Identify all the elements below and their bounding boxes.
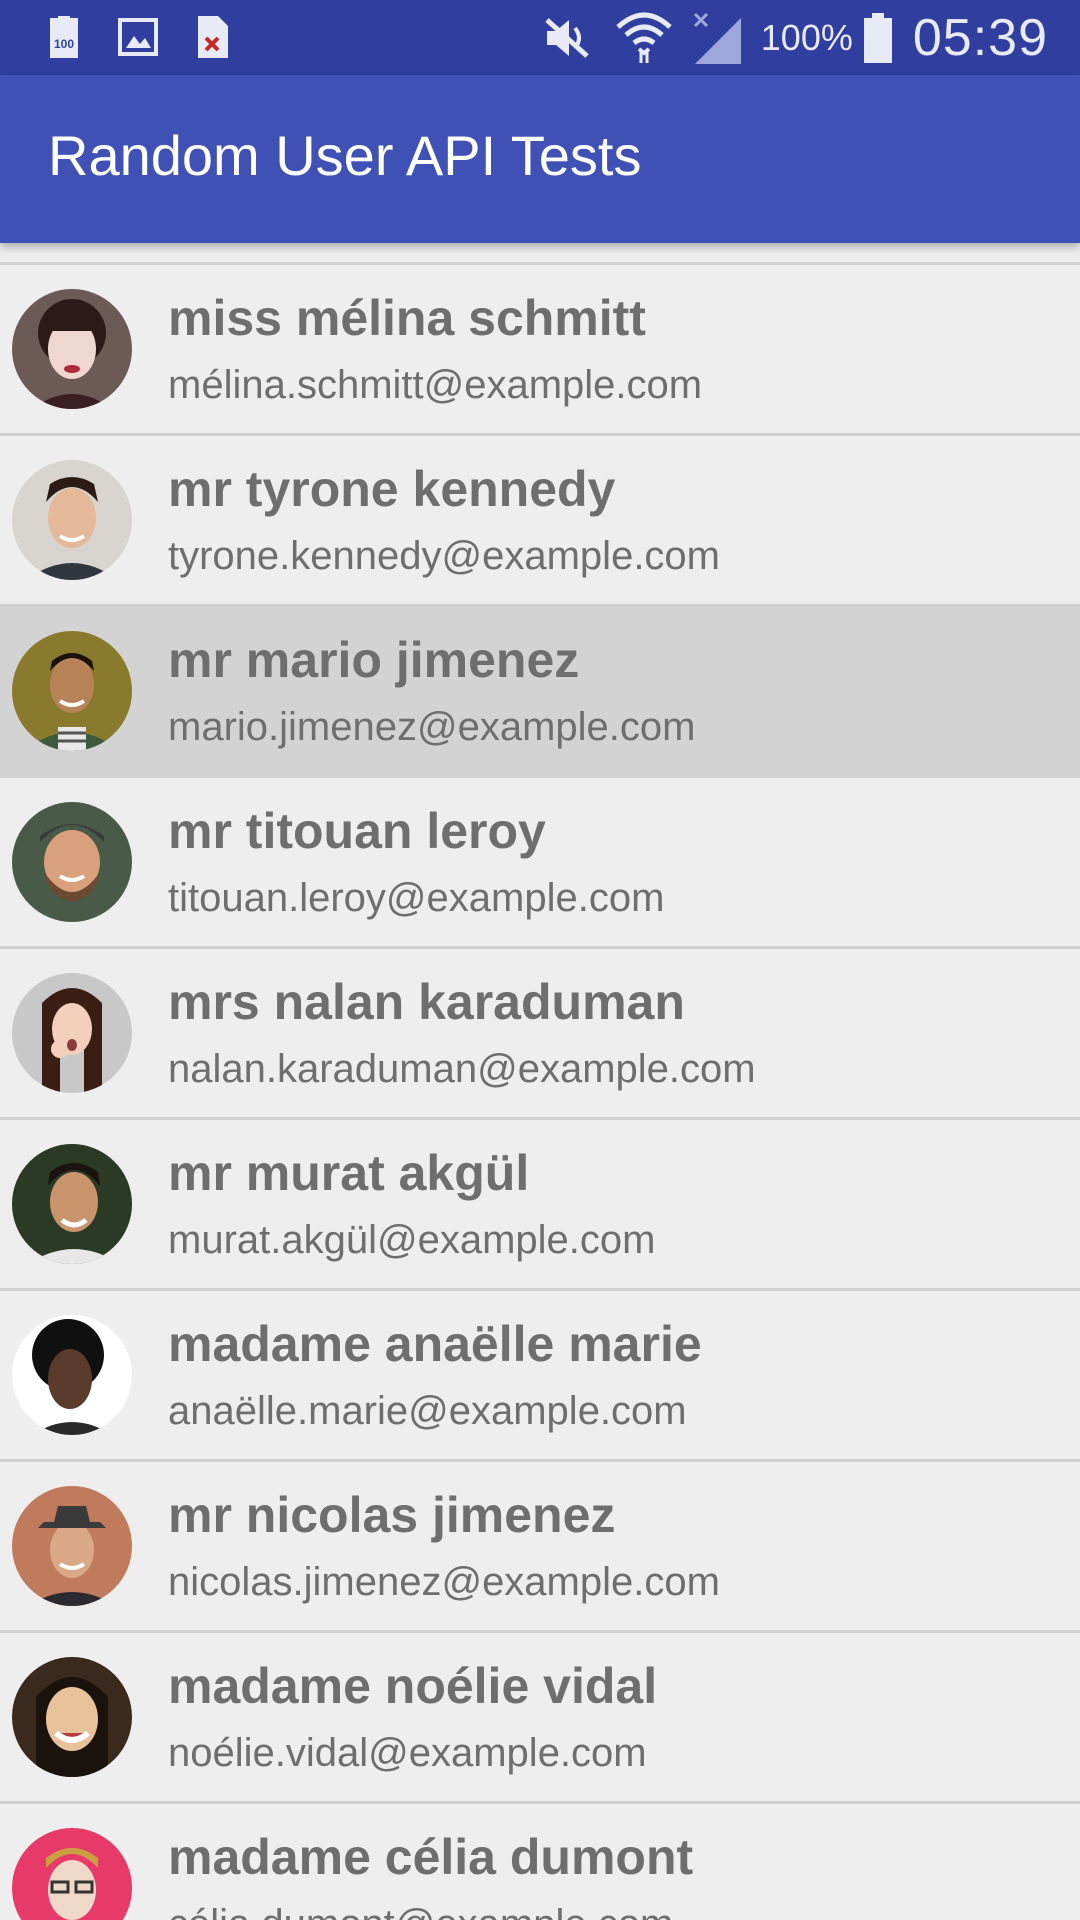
user-list-item[interactable]: mr mario jimenez mario.jimenez@example.c… [0,607,1080,778]
user-name: mr titouan leroy [168,803,546,859]
app-bar: Random User API Tests [0,75,1080,243]
user-name: madame anaëlle marie [168,1316,702,1372]
user-name: mr mario jimenez [168,632,580,688]
svg-text:100: 100 [54,37,74,51]
status-bar: 100 100% 05:39 [0,0,1080,75]
user-email: mario.jimenez@example.com [168,705,696,749]
system-status-icons: 100% 05:39 [543,0,1048,75]
list-divider [0,243,1080,265]
user-avatar [12,1828,132,1920]
user-name: mr murat akgül [168,1145,530,1201]
battery-icon [863,12,892,63]
user-avatar [12,460,132,580]
user-list-item[interactable]: mrs nalan karaduman nalan.karaduman@exam… [0,949,1080,1120]
user-list-item[interactable]: madame célia dumont célia.dumont@example… [0,1804,1080,1920]
user-email: noélie.vidal@example.com [168,1731,647,1775]
notification-icons: 100 [44,14,232,60]
user-avatar [12,631,132,751]
user-avatar [12,289,132,409]
user-email: titouan.leroy@example.com [168,876,665,920]
wifi-icon [616,12,672,63]
user-list-item[interactable]: mr murat akgül murat.akgül@example.com [0,1120,1080,1291]
user-name: madame noélie vidal [168,1658,658,1714]
user-email: nicolas.jimenez@example.com [168,1560,720,1604]
user-avatar [12,973,132,1093]
user-avatar [12,1657,132,1777]
user-name: madame célia dumont [168,1829,694,1885]
battery-percent: 100% [760,16,853,58]
image-notification-icon [118,18,158,56]
user-list-item[interactable]: mr nicolas jimenez nicolas.jimenez@examp… [0,1462,1080,1633]
no-signal-icon [693,12,741,64]
user-name: mrs nalan karaduman [168,974,685,1030]
app-title: Random User API Tests [48,124,642,187]
user-email: tyrone.kennedy@example.com [168,534,720,578]
battery-100-notification-icon: 100 [50,16,78,58]
mute-icon [545,17,589,58]
user-avatar [12,1315,132,1435]
user-list[interactable]: miss mélina schmitt mélina.schmitt@examp… [0,243,1080,1920]
user-avatar [12,1144,132,1264]
user-avatar [12,1486,132,1606]
user-avatar [12,802,132,922]
user-list-item[interactable]: madame anaëlle marie anaëlle.marie@examp… [0,1291,1080,1462]
user-email: anaëlle.marie@example.com [168,1389,687,1433]
user-name: mr nicolas jimenez [168,1487,616,1543]
user-email: nalan.karaduman@example.com [168,1047,756,1091]
clock: 05:39 [912,8,1048,67]
file-error-notification-icon [198,16,228,58]
user-email: mélina.schmitt@example.com [168,363,703,407]
user-email: célia.dumont@example.com [168,1902,673,1920]
user-list-item[interactable]: mr tyrone kennedy tyrone.kennedy@example… [0,436,1080,607]
user-list-item[interactable]: miss mélina schmitt mélina.schmitt@examp… [0,265,1080,436]
user-name: miss mélina schmitt [168,290,646,346]
user-email: murat.akgül@example.com [168,1218,656,1262]
user-list-item[interactable]: mr titouan leroy titouan.leroy@example.c… [0,778,1080,949]
user-list-item[interactable]: madame noélie vidal noélie.vidal@example… [0,1633,1080,1804]
user-name: mr tyrone kennedy [168,461,616,517]
